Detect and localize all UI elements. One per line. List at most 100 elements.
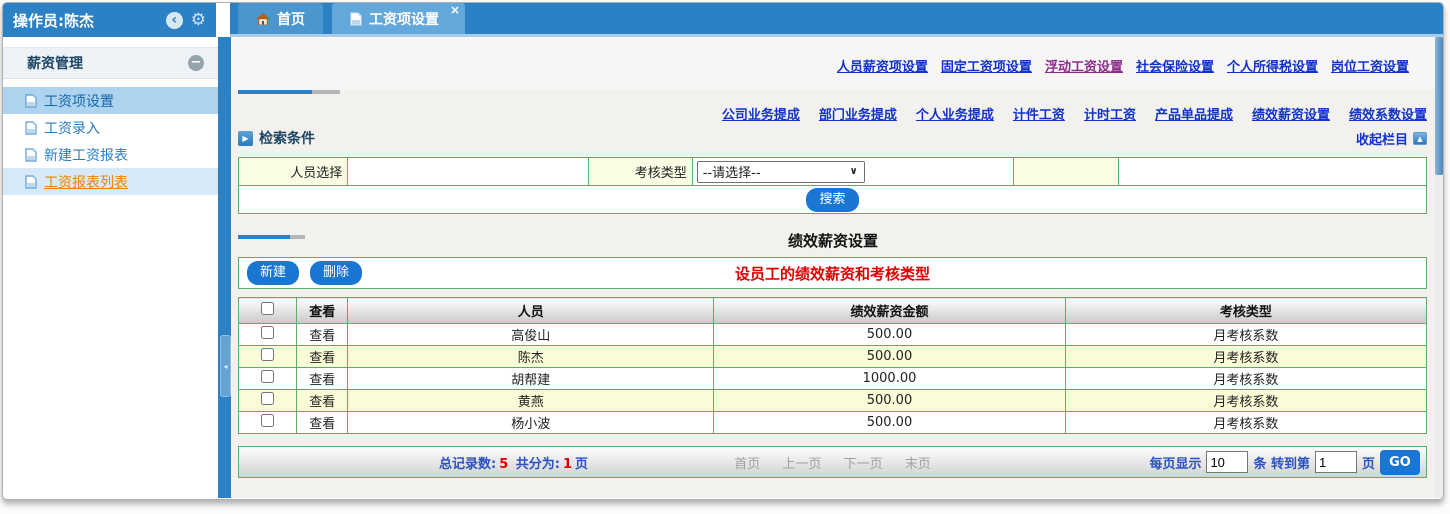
cell-type: 月考核系数	[1065, 368, 1426, 390]
empty-cell	[1119, 158, 1427, 186]
assess-type-select[interactable]: --请选择-- ∨	[697, 161, 865, 183]
nav-link-公司业务提成[interactable]: 公司业务提成	[722, 108, 800, 123]
nav-link-个人所得税设置[interactable]: 个人所得税设置	[1227, 60, 1318, 75]
sidebar: 薪资管理 − 工资项设置 工资录入 新建工资报表	[3, 37, 218, 498]
row-checkbox[interactable]	[261, 370, 274, 383]
table-row: 查看 杨小波 500.00 月考核系数	[239, 412, 1427, 434]
doc-icon	[25, 175, 37, 189]
person-select-input[interactable]	[349, 160, 587, 184]
nav-link-浮动工资设置[interactable]: 浮动工资设置	[1045, 60, 1123, 75]
header-name: 人员	[348, 298, 714, 324]
page-title: 绩效薪资设置	[231, 230, 1435, 251]
cell-amount: 500.00	[714, 412, 1066, 434]
header-view: 查看	[297, 298, 348, 324]
go-button[interactable]: GO	[1380, 450, 1420, 475]
next-page-link[interactable]: 下一页	[844, 457, 883, 472]
doc-icon	[25, 148, 37, 162]
cell-amount: 1000.00	[714, 368, 1066, 390]
view-link[interactable]: 查看	[297, 368, 348, 390]
vertical-scrollbar[interactable]	[1435, 37, 1443, 498]
cell-type: 月考核系数	[1065, 390, 1426, 412]
search-button[interactable]: 搜索	[806, 188, 858, 212]
sidebar-item-新建工资报表[interactable]: 新建工资报表	[3, 141, 218, 168]
cell-amount: 500.00	[714, 346, 1066, 368]
screen: 操作员:陈杰 ‹ ⚙ 首页 工资	[0, 0, 1450, 514]
table-row: 查看 黄燕 500.00 月考核系数	[239, 390, 1427, 412]
search-section-title: ▶ 检索条件	[238, 128, 315, 148]
toolbar: 设员工的绩效薪资和考核类型 新建 删除	[238, 257, 1427, 289]
nav-link-社会保险设置[interactable]: 社会保险设置	[1136, 60, 1214, 75]
nav-link-人员薪资项设置[interactable]: 人员薪资项设置	[837, 60, 928, 75]
main-content: 人员薪资项设置固定工资项设置浮动工资设置社会保险设置个人所得税设置岗位工资设置 …	[231, 37, 1435, 498]
per-page-input[interactable]	[1206, 451, 1248, 473]
row-checkbox[interactable]	[261, 414, 274, 427]
prev-page-link[interactable]: 上一页	[782, 457, 821, 472]
table-row: 查看 胡帮建 1000.00 月考核系数	[239, 368, 1427, 390]
scrollbar-thumb[interactable]	[1435, 37, 1443, 175]
collapse-columns-link[interactable]: 收起栏目	[1356, 129, 1408, 148]
cell-type: 月考核系数	[1065, 324, 1426, 346]
row-checkbox[interactable]	[261, 348, 274, 361]
row-checkbox[interactable]	[261, 392, 274, 405]
tab-home[interactable]: 首页	[238, 3, 323, 34]
tab-bar: 首页 工资项设置 ×	[230, 3, 1443, 37]
nav-link-产品单品提成[interactable]: 产品单品提成	[1155, 108, 1233, 123]
last-page-link[interactable]: 末页	[905, 457, 931, 472]
nav-link-绩效系数设置[interactable]: 绩效系数设置	[1349, 108, 1427, 123]
cell-name: 杨小波	[348, 412, 714, 434]
gear-icon[interactable]: ⚙	[191, 12, 206, 29]
back-icon[interactable]: ‹	[166, 12, 183, 29]
new-button[interactable]: 新建	[247, 261, 299, 285]
nav-link-固定工资项设置[interactable]: 固定工资项设置	[941, 60, 1032, 75]
top-bar: 操作员:陈杰 ‹ ⚙ 首页 工资	[3, 3, 1443, 37]
operator-label: 操作员:陈杰	[13, 10, 94, 31]
cell-type: 月考核系数	[1065, 412, 1426, 434]
divider-progress-2	[238, 235, 305, 239]
collapse-section-icon[interactable]: −	[188, 55, 204, 71]
close-icon[interactable]: ×	[450, 4, 460, 16]
pagination-bar: 总记录数:5 共分为:1页 首页 上一页 下一页 末页 每页显示 条 转到第 页…	[238, 446, 1427, 478]
per-page-label: 每页显示	[1149, 453, 1201, 472]
view-link[interactable]: 查看	[297, 324, 348, 346]
row-checkbox[interactable]	[261, 326, 274, 339]
select-all-checkbox[interactable]	[261, 302, 274, 315]
cell-name: 胡帮建	[348, 368, 714, 390]
nav-link-计件工资[interactable]: 计件工资	[1013, 108, 1065, 123]
nav-link-部门业务提成[interactable]: 部门业务提成	[819, 108, 897, 123]
operator-block: 操作员:陈杰 ‹ ⚙	[3, 3, 216, 37]
sidebar-item-工资录入[interactable]: 工资录入	[3, 114, 218, 141]
top-gap	[216, 3, 230, 37]
first-page-link[interactable]: 首页	[734, 457, 760, 472]
goto-page-input[interactable]	[1315, 451, 1357, 473]
delete-button[interactable]: 删除	[310, 261, 362, 285]
doc-icon	[25, 121, 37, 135]
tab-salary-item-settings[interactable]: 工资项设置 ×	[332, 3, 465, 34]
sidebar-item-label: 工资项设置	[44, 91, 114, 111]
nav-link-绩效薪资设置[interactable]: 绩效薪资设置	[1252, 108, 1330, 123]
sidebar-item-工资项设置[interactable]: 工资项设置	[3, 87, 218, 114]
performance-salary-table: 查看 人员 绩效薪资金额 考核类型 查看 高俊山 500.00 月考核系数 查看…	[238, 297, 1427, 434]
nav-link-计时工资[interactable]: 计时工资	[1084, 108, 1136, 123]
sidebar-item-工资报表列表[interactable]: 工资报表列表	[3, 168, 218, 195]
sidebar-item-label: 工资录入	[44, 118, 100, 138]
view-link[interactable]: 查看	[297, 412, 348, 434]
search-panel: 人员选择 考核类型 --请选择-- ∨	[238, 157, 1427, 214]
nav-link-岗位工资设置[interactable]: 岗位工资设置	[1331, 60, 1409, 75]
cell-name: 陈杰	[348, 346, 714, 368]
doc-icon	[350, 12, 362, 26]
home-icon	[256, 13, 270, 25]
nav-link-个人业务提成[interactable]: 个人业务提成	[916, 108, 994, 123]
nav-links-row1: 人员薪资项设置固定工资项设置浮动工资设置社会保险设置个人所得税设置岗位工资设置	[231, 37, 1435, 90]
app-window: 操作员:陈杰 ‹ ⚙ 首页 工资	[2, 2, 1444, 500]
cell-name: 黄燕	[348, 390, 714, 412]
view-link[interactable]: 查看	[297, 390, 348, 412]
collapse-up-icon[interactable]: ▲	[1413, 132, 1427, 145]
table-header-row: 查看 人员 绩效薪资金额 考核类型	[239, 298, 1427, 324]
view-link[interactable]: 查看	[297, 346, 348, 368]
splitter-handle[interactable]: ◂	[220, 335, 231, 397]
sidebar-menu: 工资项设置 工资录入 新建工资报表 工资报表列表	[3, 87, 218, 195]
cell-type: 月考核系数	[1065, 346, 1426, 368]
table-row: 查看 陈杰 500.00 月考核系数	[239, 346, 1427, 368]
assess-type-label: 考核类型	[589, 158, 692, 186]
table-body: 查看 高俊山 500.00 月考核系数 查看 陈杰 500.00 月考核系数 查…	[239, 324, 1427, 434]
